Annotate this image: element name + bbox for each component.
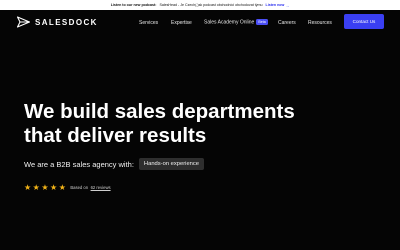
- listen-now-link[interactable]: Listen now →: [266, 3, 290, 8]
- nav-item-services[interactable]: Services: [139, 20, 158, 26]
- hero-title-line-2: that deliver results: [24, 124, 207, 147]
- hero-title: We build sales departments that deliver …: [24, 100, 324, 148]
- star-icon: ★: [32, 182, 40, 192]
- nav-item-sales-academy[interactable]: Sales Academy Online Beta: [204, 19, 268, 26]
- arrow-right-icon: →: [285, 2, 290, 8]
- nav-item-resources[interactable]: Resources: [308, 20, 332, 26]
- brand-logo[interactable]: SALESDOCK: [17, 16, 98, 28]
- hero-subtitle: We are a B2B sales agency with:: [24, 159, 134, 169]
- announcement-bar: Listen to our new podcast: SalesHead - J…: [0, 0, 400, 10]
- nav-item-careers[interactable]: Careers: [278, 20, 296, 26]
- reviews-link[interactable]: 62 reviews: [91, 185, 111, 190]
- star-icon: ★: [24, 182, 32, 192]
- hero-title-line-1: We build sales departments: [24, 100, 295, 123]
- rating-row: ★ ★ ★ ★ ★ Based on 62 reviews: [24, 183, 111, 192]
- nav-item-sales-academy-label: Sales Academy Online: [204, 19, 255, 26]
- announcement-lead: Listen to our new podcast:: [110, 3, 157, 7]
- star-icon: ★: [50, 182, 58, 192]
- contact-us-button[interactable]: Contact Us: [344, 14, 384, 29]
- paper-plane-icon: [17, 16, 30, 28]
- listen-now-label: Listen now: [265, 3, 285, 7]
- brand-name: SALESDOCK: [35, 17, 98, 27]
- nav-item-expertise[interactable]: Expertise: [171, 20, 192, 26]
- main-nav: SALESDOCK Services Expertise Sales Acade…: [0, 10, 400, 35]
- beta-badge: Beta: [256, 19, 268, 26]
- hero-highlight-pill: Hands-on experience: [138, 158, 205, 170]
- star-icon: ★: [41, 182, 49, 192]
- rating-based-on: Based on: [70, 185, 89, 190]
- announcement-text: SalesHead - Je Czech(.)sk podcast obchod…: [159, 3, 263, 7]
- star-icon: ★: [58, 182, 66, 192]
- hero-subtitle-row: We are a B2B sales agency with: Hands-on…: [24, 157, 205, 171]
